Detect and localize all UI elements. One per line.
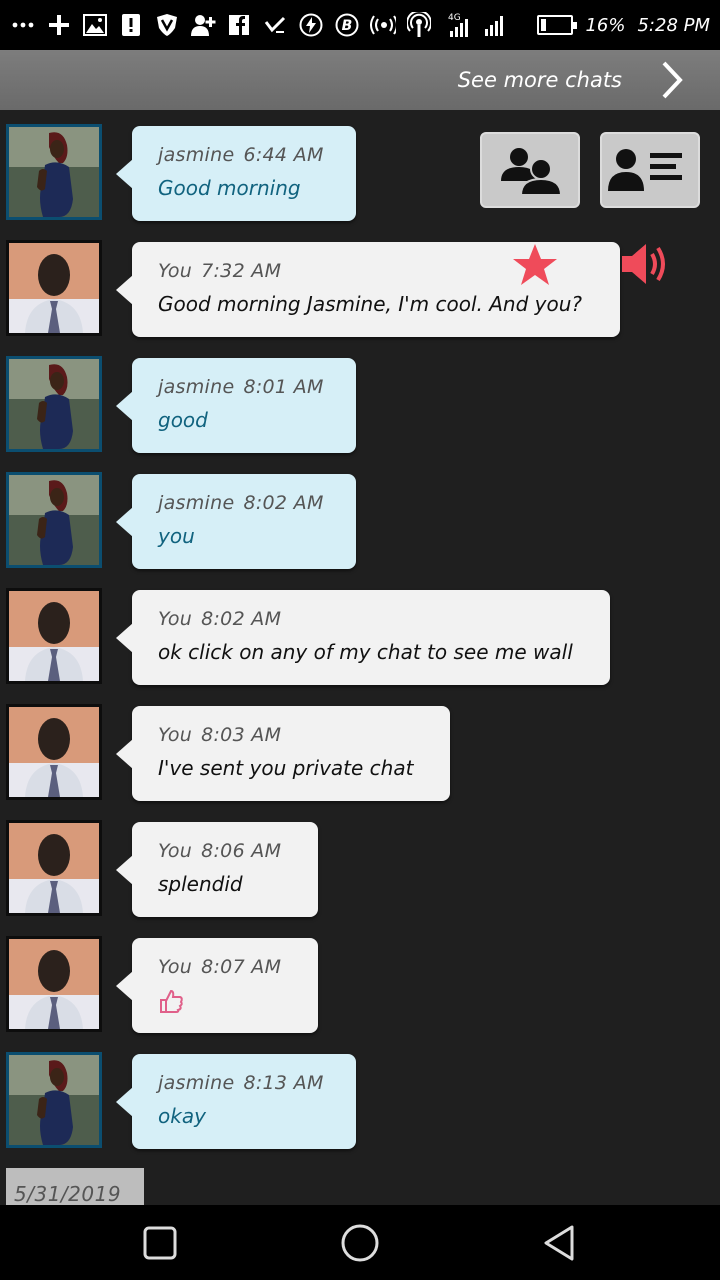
message-time: 8:07 AM bbox=[201, 956, 282, 978]
message-time: 8:13 AM bbox=[243, 1072, 324, 1094]
chat-message-row[interactable]: You 8:02 AM ok click on any of my chat to … bbox=[0, 574, 720, 690]
add-icon bbox=[46, 12, 72, 38]
battery-icon bbox=[537, 15, 578, 35]
bitcoin-icon: B bbox=[334, 12, 360, 38]
message-time: 8:02 AM bbox=[201, 608, 282, 630]
flash-icon bbox=[298, 12, 324, 38]
chat-message-row[interactable]: jasmine 8:01 AM good bbox=[0, 342, 720, 458]
chat-list[interactable]: jasmine 8:13 AM okay You 8:07 AM You 8:06 AM sp… bbox=[0, 110, 720, 1205]
battery-percent: 16% bbox=[585, 14, 626, 36]
message-text: good bbox=[158, 408, 208, 432]
podcast-icon bbox=[406, 12, 432, 38]
avatar[interactable] bbox=[6, 936, 102, 1032]
message-meta: jasmine 8:01 AM bbox=[158, 376, 332, 398]
message-text: ok click on any of my chat to see me wal… bbox=[158, 640, 573, 664]
message-bubble[interactable]: jasmine 8:13 AM okay bbox=[116, 1054, 356, 1149]
chat-message-row[interactable]: You 8:06 AM splendid bbox=[0, 806, 720, 922]
message-meta: jasmine 8:02 AM bbox=[158, 492, 332, 514]
message-meta: You 8:03 AM bbox=[158, 724, 426, 746]
sender-name: You bbox=[158, 724, 193, 746]
sender-name: jasmine bbox=[158, 492, 235, 514]
group-users-button[interactable] bbox=[480, 132, 580, 208]
avatar[interactable] bbox=[6, 820, 102, 916]
signal-icon: 4G bbox=[442, 12, 472, 38]
message-meta: jasmine 8:13 AM bbox=[158, 1072, 332, 1094]
home-icon[interactable] bbox=[340, 1223, 380, 1263]
message-bubble[interactable]: You 8:03 AM I've sent you private chat bbox=[116, 706, 450, 801]
signal-icon bbox=[482, 12, 508, 38]
message-time: 6:44 AM bbox=[243, 144, 324, 166]
sender-name: jasmine bbox=[158, 144, 235, 166]
message-text: you bbox=[158, 524, 195, 548]
network-type-label: 4G bbox=[448, 13, 461, 23]
chat-message-row[interactable]: jasmine 8:02 AM you bbox=[0, 458, 720, 574]
thumbs-up-icon bbox=[160, 989, 183, 1013]
chat-screen: B 4G 16% 5:28 PM See more chats jasmine 8 bbox=[0, 0, 720, 1280]
back-icon[interactable] bbox=[540, 1223, 580, 1263]
star-icon[interactable] bbox=[510, 242, 560, 288]
message-text: okay bbox=[158, 1104, 206, 1128]
profile-card-button[interactable] bbox=[600, 132, 700, 208]
message-meta: jasmine 6:44 AM bbox=[158, 144, 332, 166]
message-time: 7:32 AM bbox=[201, 260, 282, 282]
avatar[interactable] bbox=[6, 1052, 102, 1148]
message-text: Good morning Jasmine, I'm cool. And you? bbox=[158, 292, 582, 316]
message-meta: You 8:07 AM bbox=[158, 956, 294, 978]
message-bubble[interactable]: jasmine 6:44 AM Good morning bbox=[116, 126, 356, 221]
message-meta: You 8:02 AM bbox=[158, 608, 586, 630]
shield-icon bbox=[154, 12, 180, 38]
chat-message-row[interactable]: You 7:32 AM Good morning Jasmine, I'm cool… bbox=[0, 226, 720, 342]
chat-message-row[interactable]: You 8:07 AM bbox=[0, 922, 720, 1038]
group-users-icon bbox=[501, 148, 563, 195]
date-label: 5/31/2019 bbox=[6, 1168, 144, 1205]
avatar[interactable] bbox=[6, 704, 102, 800]
sender-name: jasmine bbox=[158, 1072, 235, 1094]
recent-apps-icon[interactable] bbox=[140, 1223, 180, 1263]
avatar[interactable] bbox=[6, 240, 102, 336]
svg-text:B: B bbox=[342, 18, 353, 34]
navigation-bar bbox=[0, 1205, 720, 1280]
message-time: 8:03 AM bbox=[201, 724, 282, 746]
message-text: Good morning bbox=[158, 176, 301, 200]
hotspot-icon bbox=[370, 12, 396, 38]
message-meta: You 8:06 AM bbox=[158, 840, 294, 862]
more-icon bbox=[10, 12, 36, 38]
chat-message-row[interactable]: You 8:03 AM I've sent you private chat bbox=[0, 690, 720, 806]
alert-icon bbox=[118, 12, 144, 38]
speaker-icon[interactable] bbox=[620, 240, 672, 288]
chevron-right-icon[interactable] bbox=[660, 60, 684, 100]
sender-name: You bbox=[158, 956, 193, 978]
message-time: 8:02 AM bbox=[243, 492, 324, 514]
sender-name: jasmine bbox=[158, 376, 235, 398]
add-user-icon bbox=[190, 12, 216, 38]
sender-name: You bbox=[158, 260, 193, 282]
image-icon bbox=[82, 12, 108, 38]
see-more-chats-bar[interactable]: See more chats bbox=[0, 50, 720, 110]
message-time: 8:06 AM bbox=[201, 840, 282, 862]
see-more-chats-label[interactable]: See more chats bbox=[458, 68, 622, 92]
avatar[interactable] bbox=[6, 356, 102, 452]
avatar[interactable] bbox=[6, 588, 102, 684]
message-bubble[interactable]: You 8:06 AM splendid bbox=[116, 822, 318, 917]
message-bubble[interactable]: You 8:02 AM ok click on any of my chat to … bbox=[116, 590, 610, 685]
chat-message-row[interactable]: jasmine 8:13 AM okay bbox=[0, 1038, 720, 1154]
avatar[interactable] bbox=[6, 472, 102, 568]
facebook-icon bbox=[226, 12, 252, 38]
message-time: 8:01 AM bbox=[243, 376, 324, 398]
message-text: splendid bbox=[158, 872, 243, 896]
message-bubble[interactable]: jasmine 8:02 AM you bbox=[116, 474, 356, 569]
check-icon bbox=[262, 12, 288, 38]
clock: 5:28 PM bbox=[637, 14, 710, 36]
message-text: I've sent you private chat bbox=[158, 756, 414, 780]
avatar[interactable] bbox=[6, 124, 102, 220]
sender-name: You bbox=[158, 840, 193, 862]
sender-name: You bbox=[158, 608, 193, 630]
message-text bbox=[158, 988, 294, 1019]
message-bubble[interactable]: jasmine 8:01 AM good bbox=[116, 358, 356, 453]
status-bar: B 4G 16% 5:28 PM bbox=[0, 0, 720, 50]
profile-card-icon bbox=[608, 149, 682, 191]
message-bubble[interactable]: You 8:07 AM bbox=[116, 938, 318, 1033]
